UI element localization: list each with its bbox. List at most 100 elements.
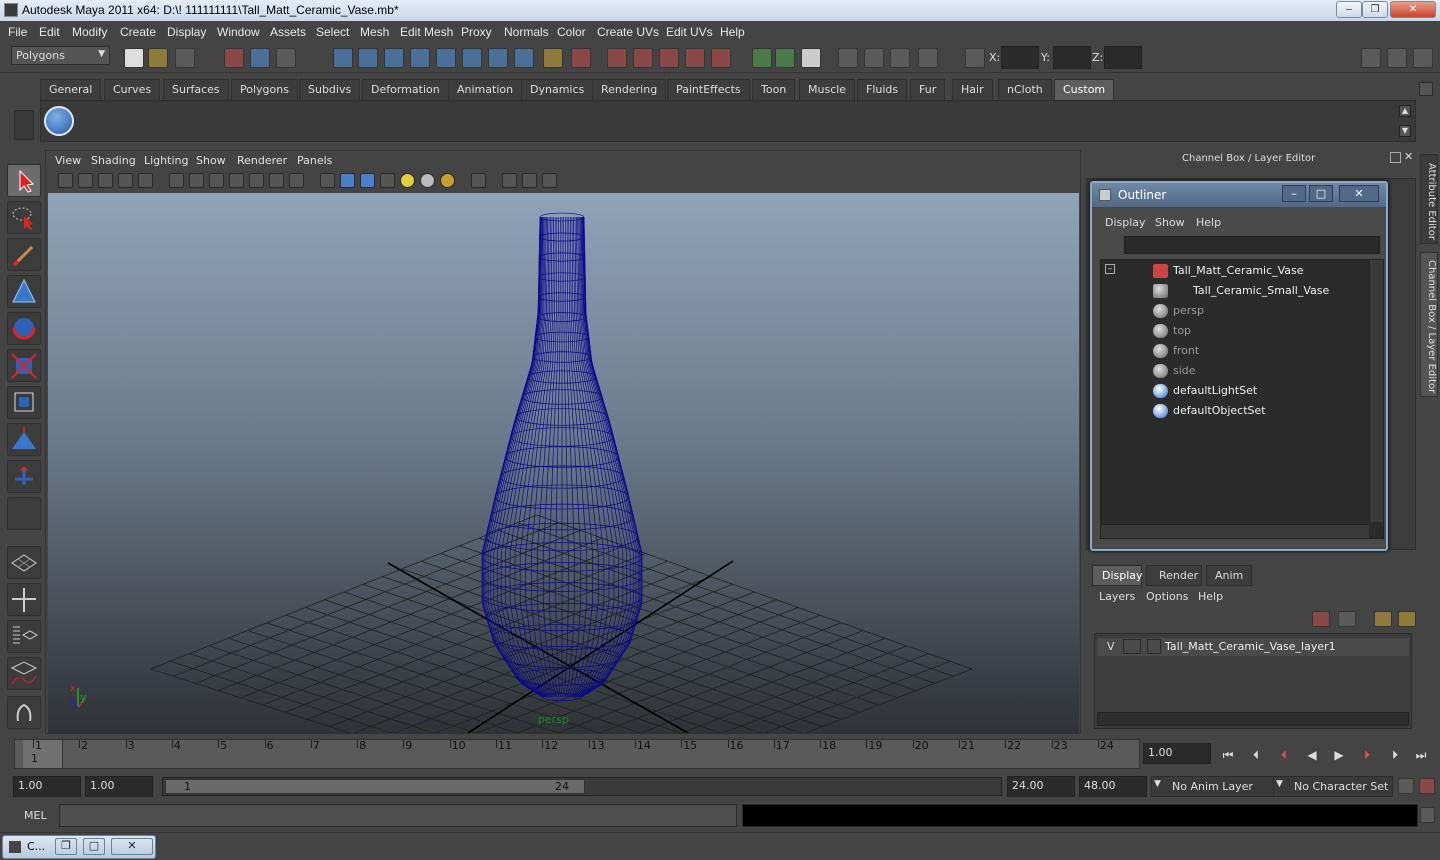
menu-select[interactable]: Select [316, 25, 349, 39]
command-language-label[interactable]: MEL [24, 809, 47, 822]
layer-row[interactable]: V Tall_Matt_Ceramic_Vase_layer1 [1097, 638, 1409, 656]
auto-key-toggle-icon[interactable] [1398, 778, 1414, 794]
new-layer-from-selected-icon[interactable] [1398, 611, 1416, 627]
select-by-rendering-icon[interactable] [488, 48, 508, 68]
menu-set-dropdown[interactable]: Polygons ▼ [11, 46, 110, 65]
textured-icon[interactable] [380, 173, 395, 188]
construction-history-icon[interactable] [801, 48, 821, 68]
panel-menu-panels[interactable]: Panels [297, 154, 332, 167]
close-button[interactable]: ✕ [111, 838, 153, 855]
shelf-tab-painteffects[interactable]: PaintEffects [667, 79, 750, 100]
field-chart-icon[interactable] [249, 173, 264, 188]
shelf-menu-icon[interactable] [14, 110, 34, 140]
check-shelf-button-icon[interactable] [44, 106, 74, 136]
xray-active-components-icon[interactable] [542, 173, 557, 188]
perspective-viewport[interactable]: persp x y [48, 193, 1079, 733]
menu-display[interactable]: Display [167, 25, 206, 39]
make-live-icon[interactable] [711, 48, 731, 68]
menu-edit-uvs[interactable]: Edit UVs [666, 25, 713, 39]
show-hide-attribute-editor-icon[interactable] [1361, 48, 1381, 68]
shelf-tab-rendering[interactable]: Rendering [592, 79, 667, 100]
step-back-frame-icon[interactable]: ⏴ [1247, 748, 1265, 764]
collapse-toggle-icon[interactable]: – [1105, 264, 1115, 274]
shelf-tab-fur[interactable]: Fur [910, 79, 946, 100]
restore-button[interactable]: ❐ [55, 838, 77, 855]
command-input[interactable] [59, 804, 737, 827]
character-set-dropdown[interactable]: ▼ No Character Set [1273, 776, 1393, 797]
show-manipulator-icon[interactable] [7, 460, 41, 493]
camera-attributes-icon[interactable] [78, 173, 93, 188]
menu-create[interactable]: Create [120, 25, 156, 39]
float-panel-icon[interactable] [1390, 152, 1401, 163]
shelf-tab-ncloth[interactable]: nCloth [998, 79, 1052, 100]
select-by-dynamic-icon[interactable] [462, 48, 482, 68]
all-lights-icon[interactable] [420, 173, 435, 188]
outliner-close-button[interactable]: ✕ [1339, 185, 1379, 202]
layer-display-type-toggle[interactable] [1123, 639, 1141, 654]
menu-mesh[interactable]: Mesh [360, 25, 389, 39]
trash-icon[interactable] [1419, 82, 1433, 96]
transform-input-mode-icon[interactable] [965, 48, 985, 68]
outliner-minimize-button[interactable]: – [1282, 185, 1306, 202]
last-used-tool-icon[interactable] [7, 497, 41, 530]
layer-visibility-toggle[interactable]: V [1107, 640, 1115, 653]
new-scene-icon[interactable] [124, 48, 144, 68]
outliner-maximize-button[interactable]: □ [1309, 185, 1333, 202]
scale-tool-icon[interactable] [7, 349, 41, 382]
range-bar[interactable]: 1 24 [165, 779, 585, 794]
outliner-titlebar[interactable]: Outliner – □ ✕ [1092, 183, 1386, 207]
x-input[interactable] [1001, 46, 1039, 69]
menu-modify[interactable]: Modify [72, 25, 107, 39]
panel-menu-view[interactable]: View [55, 154, 81, 167]
panel-menu-shading[interactable]: Shading [91, 154, 136, 167]
menu-proxy[interactable]: Proxy [461, 25, 492, 39]
play-forwards-icon[interactable]: ▶ [1330, 748, 1348, 764]
universal-manipulator-icon[interactable] [7, 386, 41, 419]
layer-menu-layers[interactable]: Layers [1099, 590, 1135, 603]
end-time-field[interactable]: 48.00 [1079, 776, 1147, 797]
outliner-item-persp[interactable]: persp [1173, 304, 1204, 317]
shelf-tab-general[interactable]: General [40, 79, 102, 100]
outliner-item-tall-matt-ceramic-vase[interactable]: Tall_Matt_Ceramic_Vase [1173, 264, 1304, 277]
isolate-select-icon[interactable] [471, 173, 486, 188]
safe-title-icon[interactable] [289, 173, 304, 188]
menu-color[interactable]: Color [557, 25, 586, 39]
new-empty-layer-icon[interactable] [1374, 611, 1392, 627]
snap-to-grid-icon[interactable] [607, 48, 627, 68]
input-operations-icon[interactable] [752, 48, 772, 68]
menu-edit[interactable]: Edit [39, 25, 60, 39]
outliner-filter-input[interactable] [1124, 236, 1380, 254]
select-camera-icon[interactable] [58, 173, 73, 188]
bookmarks-icon[interactable] [98, 173, 113, 188]
step-forward-key-icon[interactable]: ⏵ [1358, 748, 1376, 764]
move-layer-up-icon[interactable] [1312, 611, 1330, 627]
shelf-tab-surfaces[interactable]: Surfaces [163, 79, 229, 100]
minimize-button[interactable]: – [1336, 1, 1362, 18]
playback-end-field[interactable]: 24.00 [1007, 776, 1075, 797]
shelf-tab-animation[interactable]: Animation [448, 79, 523, 100]
animation-preferences-icon[interactable] [1419, 778, 1435, 794]
outliner-menu-show[interactable]: Show [1155, 216, 1185, 229]
gate-mask-icon[interactable] [229, 173, 244, 188]
select-object-icon[interactable] [250, 48, 270, 68]
single-perspective-view-icon[interactable] [7, 546, 41, 579]
menu-edit-mesh[interactable]: Edit Mesh [400, 25, 453, 39]
highlight-selection-icon[interactable] [571, 48, 591, 68]
z-input[interactable] [1104, 46, 1142, 69]
channel-box-layer-editor-tab[interactable]: Channel Box / Layer Editor [1420, 252, 1438, 397]
2d-pan-zoom-icon[interactable] [138, 173, 153, 188]
layer-menu-help[interactable]: Help [1198, 590, 1223, 603]
xray-icon[interactable] [502, 173, 517, 188]
shelf-tab-curves[interactable]: Curves [104, 79, 161, 100]
resolution-gate-icon[interactable] [209, 173, 224, 188]
time-ruler[interactable]: 1 1 2 3 4 5 6 7 8 9 10 11 12 13 14 15 16 17 18 19 20 21 22 23 2… [14, 739, 1140, 769]
attribute-editor-tab[interactable]: Attribute Editor [1420, 154, 1438, 244]
select-by-joint-icon[interactable] [358, 48, 378, 68]
outliner-item-tall-ceramic-small-vase[interactable]: Tall_Ceramic_Small_Vase [1193, 284, 1329, 297]
current-time-field[interactable]: 1.00 [1143, 743, 1211, 764]
panel-menu-show[interactable]: Show [196, 154, 226, 167]
menu-normals[interactable]: Normals [504, 25, 549, 39]
playback-start-field[interactable]: 1.00 [85, 776, 153, 797]
layer-menu-options[interactable]: Options [1146, 590, 1188, 603]
layer-color-swatch[interactable] [1147, 639, 1161, 654]
